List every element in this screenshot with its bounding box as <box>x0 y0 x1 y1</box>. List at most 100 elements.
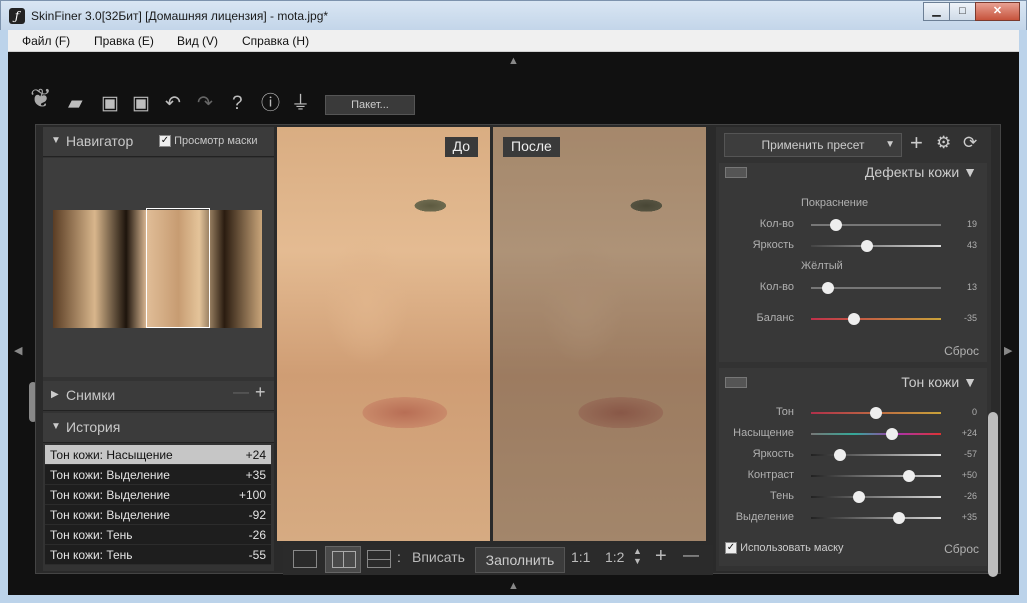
maximize-button[interactable]: □ <box>949 2 976 21</box>
zoom-spinner-icon[interactable]: ▲ ▼ <box>633 546 642 566</box>
redo-icon[interactable]: ↷ <box>197 94 213 114</box>
balance-label: Баланс <box>756 312 794 324</box>
plugin-icon[interactable]: ⏚ <box>291 94 310 114</box>
highlight-slider[interactable] <box>811 512 941 524</box>
brightness-slider[interactable] <box>811 449 941 461</box>
slider-knob[interactable] <box>885 428 898 440</box>
after-label: После <box>503 137 560 157</box>
undo-icon[interactable]: ↶ <box>165 94 181 114</box>
history-header[interactable]: ▼ История <box>43 413 274 443</box>
zoom-1-1-button[interactable]: 1:1 <box>571 549 590 565</box>
redness-amount-slider[interactable] <box>811 219 941 231</box>
open-folder-icon[interactable]: ▰ <box>68 94 83 114</box>
menu-bar: Файл (F) Правка (E) Вид (V) Справка (H) <box>8 30 1019 52</box>
refresh-icon[interactable]: ⟳ <box>963 133 977 153</box>
zoom-1-2-button[interactable]: 1:2 <box>605 549 624 565</box>
slider-knob[interactable] <box>833 449 846 461</box>
skin-defects-toggle[interactable] <box>725 167 747 178</box>
before-label: До <box>444 137 478 157</box>
balance-slider[interactable] <box>811 313 941 325</box>
slider-knob[interactable] <box>847 313 860 325</box>
collapse-top-icon[interactable]: ▲ <box>508 55 519 67</box>
tone-label: Тон <box>775 406 794 418</box>
add-snapshot-button[interactable]: + <box>255 382 266 403</box>
fit-button[interactable]: Вписать <box>412 549 465 565</box>
slider-knob[interactable] <box>821 282 834 294</box>
saturation-slider[interactable] <box>811 428 941 440</box>
skin-defects-title[interactable]: Дефекты кожи ▼ <box>865 164 977 180</box>
redness-brightness-slider[interactable] <box>811 240 941 252</box>
right-panel: Применить пресет ▼ + ⚙ ⟳ Дефекты кожи ▼ … <box>716 127 991 571</box>
history-item[interactable]: Тон кожи: Насыщение +24 <box>45 445 271 465</box>
yellow-amount-label: Кол-во <box>759 281 794 293</box>
preset-label: Применить пресет <box>761 138 865 152</box>
right-scrollbar[interactable] <box>988 412 998 577</box>
tone-slider[interactable] <box>811 407 941 419</box>
slider-knob[interactable] <box>902 470 915 482</box>
collapse-bottom-icon[interactable]: ▲ <box>508 580 519 592</box>
snapshots-header[interactable]: ▶ Снимки — + <box>43 381 274 411</box>
info-icon[interactable]: ⓘ <box>261 94 280 114</box>
highlight-label: Выделение <box>735 511 794 523</box>
contrast-value: +50 <box>961 470 977 480</box>
apply-preset-dropdown[interactable]: Применить пресет ▼ <box>724 133 902 157</box>
save-as-icon[interactable]: ▣ <box>132 94 150 114</box>
use-mask-toggle[interactable]: ✓ Использовать маску <box>725 542 844 555</box>
history-item[interactable]: Тон кожи: Тень -55 <box>45 545 271 565</box>
menu-edit[interactable]: Правка (E) <box>94 34 154 48</box>
skin-defects-reset-button[interactable]: Сброс <box>944 344 979 358</box>
mask-preview-toggle[interactable]: ✓ Просмотр маски <box>159 135 258 148</box>
close-button[interactable]: ✕ <box>975 2 1020 21</box>
menu-view[interactable]: Вид (V) <box>177 34 218 48</box>
after-photo <box>493 127 706 541</box>
history-item[interactable]: Тон кожи: Тень -26 <box>45 525 271 545</box>
slider-knob[interactable] <box>853 491 866 503</box>
app-area: ▲ ▲ ◀ ▶ ❦ ▰ ▣ ▣ ↶ ↷ ? ⓘ ⏚ Пакет... ▼ Нав… <box>8 52 1019 595</box>
saturation-label: Насыщение <box>733 427 794 439</box>
fill-button[interactable]: Заполнить <box>475 547 565 573</box>
skin-tone-reset-button[interactable]: Сброс <box>944 542 979 556</box>
expand-triangle-icon: ▶ <box>51 389 59 400</box>
after-image[interactable]: После <box>493 127 706 541</box>
zoom-in-button[interactable]: + <box>655 545 667 568</box>
split-vertical-icon <box>332 551 356 568</box>
navigator-header[interactable]: ▼ Навигатор ✓ Просмотр маски <box>43 127 274 157</box>
gear-icon[interactable]: ⚙ <box>936 133 951 153</box>
slider-knob[interactable] <box>893 512 906 524</box>
slider-knob[interactable] <box>860 240 873 252</box>
history-item[interactable]: Тон кожи: Выделение +35 <box>45 465 271 485</box>
left-panel: ▼ Навигатор ✓ Просмотр маски ▶ Снимки — … <box>43 127 274 571</box>
menu-help[interactable]: Справка (H) <box>242 34 309 48</box>
skin-defects-section: Дефекты кожи ▼ Покраснение Кол-во 19 Ярк… <box>719 163 987 362</box>
brightness-value: -57 <box>963 449 977 459</box>
skin-tone-toggle[interactable] <box>725 377 747 388</box>
remove-snapshot-button[interactable]: — <box>233 384 249 402</box>
collapse-left-icon[interactable]: ◀ <box>14 344 22 357</box>
skin-tone-title[interactable]: Тон кожи ▼ <box>901 374 977 390</box>
help-icon[interactable]: ? <box>232 94 243 114</box>
shadow-label: Тень <box>769 490 794 502</box>
use-mask-checkbox[interactable]: ✓ <box>725 542 737 555</box>
history-item[interactable]: Тон кожи: Выделение +100 <box>45 485 271 505</box>
redness-brightness-value: 43 <box>966 240 977 250</box>
batch-button[interactable]: Пакет... <box>325 95 415 115</box>
minimize-button[interactable]: ▁ <box>923 2 950 21</box>
navigator-view[interactable] <box>43 158 274 377</box>
history-item[interactable]: Тон кожи: Выделение -92 <box>45 505 271 525</box>
save-icon[interactable]: ▣ <box>101 94 119 114</box>
navigator-viewport-frame[interactable] <box>146 208 210 328</box>
yellow-amount-slider[interactable] <box>811 282 941 294</box>
single-view-icon[interactable] <box>293 550 317 568</box>
split-vertical-view-button[interactable] <box>325 546 361 573</box>
zoom-out-button[interactable]: — <box>683 547 699 565</box>
split-horizontal-icon[interactable] <box>367 550 391 568</box>
collapse-right-icon[interactable]: ▶ <box>1004 344 1012 357</box>
mask-preview-checkbox[interactable]: ✓ <box>159 135 171 148</box>
slider-knob[interactable] <box>870 407 882 419</box>
add-preset-icon[interactable]: + <box>910 130 923 156</box>
before-image[interactable]: До <box>277 127 490 541</box>
slider-knob[interactable] <box>829 219 842 231</box>
shadow-slider[interactable] <box>811 491 941 503</box>
contrast-slider[interactable] <box>811 470 941 482</box>
menu-file[interactable]: Файл (F) <box>22 34 70 48</box>
